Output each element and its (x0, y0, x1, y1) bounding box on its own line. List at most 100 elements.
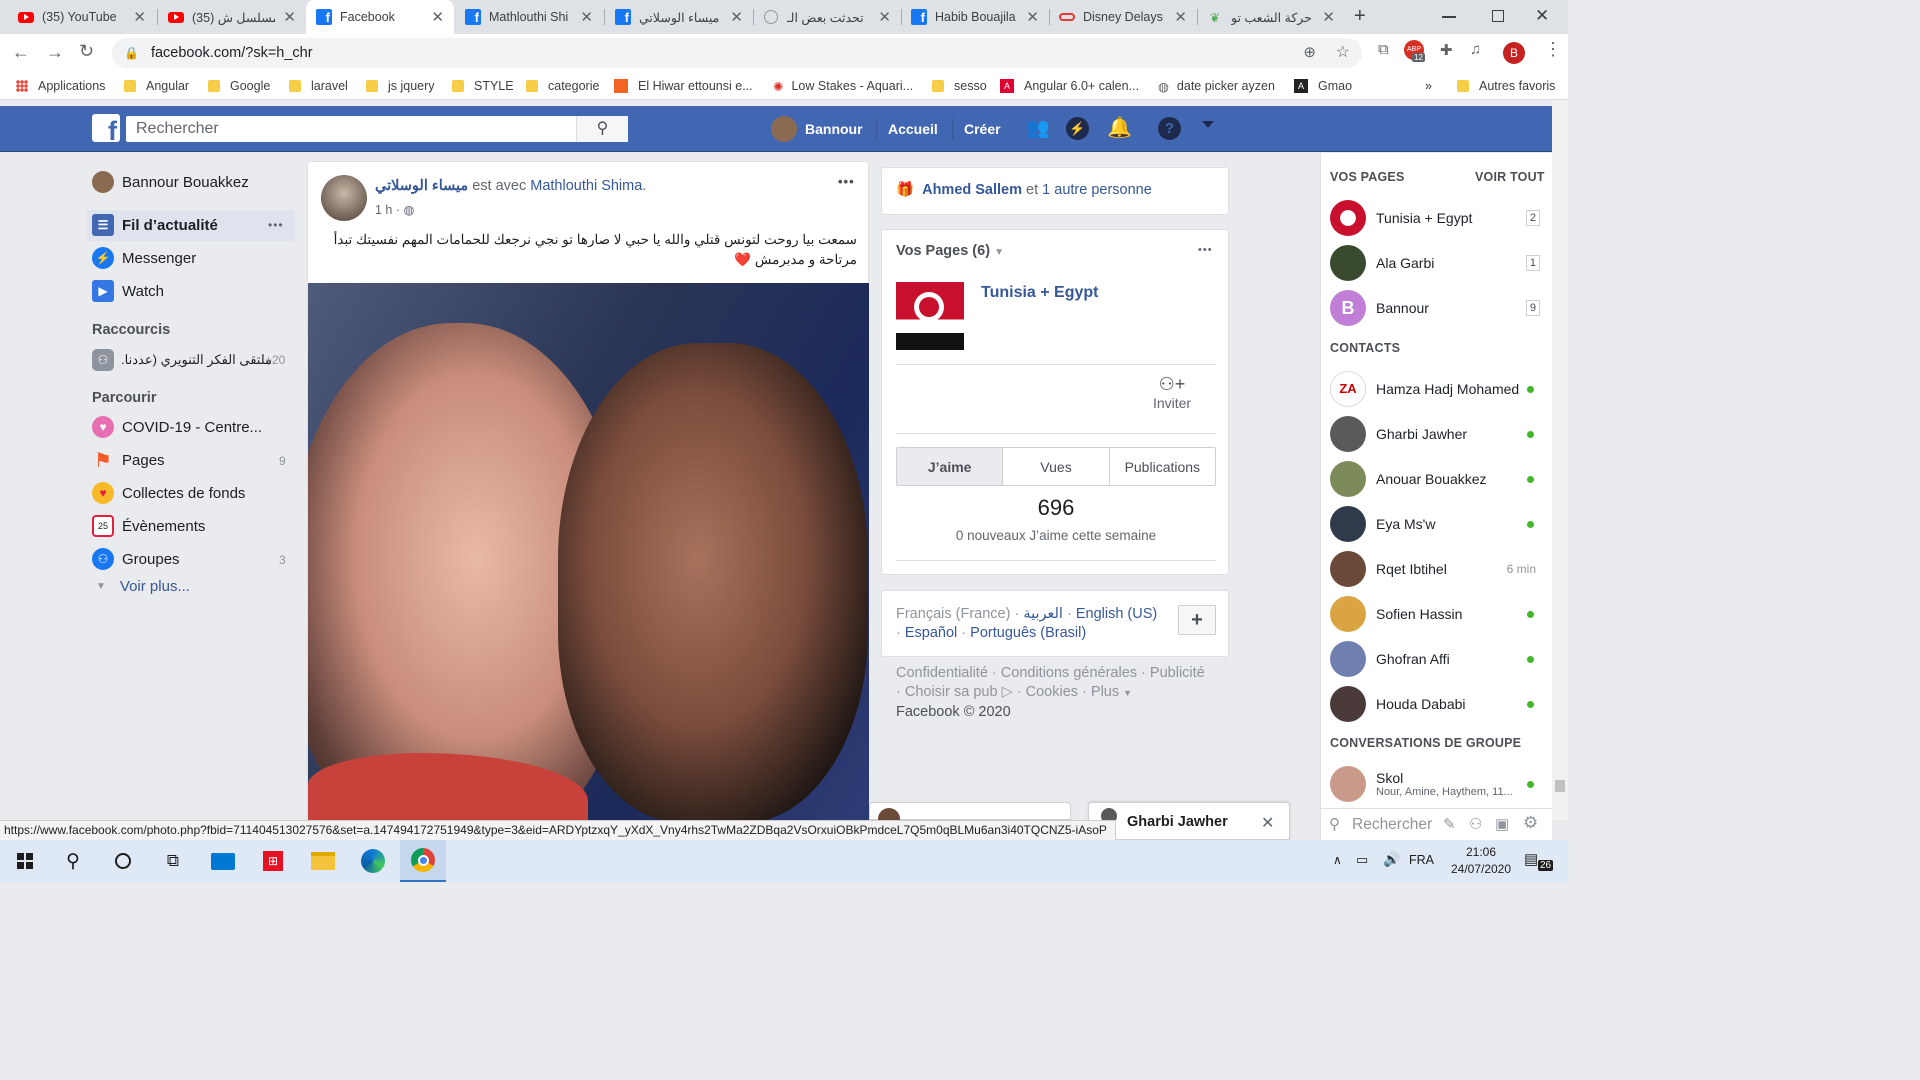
sidebar-page-item[interactable]: Tunisia + Egypt 2 (1330, 198, 1540, 238)
contact-item[interactable]: ZA Hamza Hadj Mohamed (1330, 369, 1540, 409)
forward-arrow-icon[interactable]: → (46, 42, 64, 63)
post-options-button[interactable]: ••• (838, 174, 855, 189)
browser-tab[interactable]: f ميساء الوسلاتي ✕ (605, 0, 753, 34)
language-link[interactable]: English (US) (1076, 606, 1157, 622)
browser-tab[interactable]: ❦ حركة الشعب تو ✕ (1197, 0, 1345, 34)
new-message-icon[interactable]: ✎ (1443, 815, 1456, 833)
search-icon[interactable]: ⚲ (576, 116, 628, 142)
header-create-link[interactable]: Créer (964, 121, 1001, 137)
contact-item[interactable]: Anouar Bouakkez (1330, 459, 1540, 499)
contact-item[interactable]: Houda Dababi (1330, 684, 1540, 724)
friend-requests-icon[interactable]: 👥 (1026, 116, 1050, 140)
sidebar-item-groups[interactable]: ⚇ Groupes (92, 548, 180, 570)
browser-tab[interactable]: (35) مسلسل ش ✕ (158, 0, 306, 34)
clock[interactable]: 21:06 24/07/2020 (1448, 844, 1514, 878)
contact-item[interactable]: Ghofran Affi (1330, 639, 1540, 679)
browser-tab[interactable]: (35) YouTube ✕ (8, 0, 156, 34)
input-language[interactable]: FRA (1409, 853, 1434, 867)
sidebar-item-shortcut[interactable]: ⚇ ملتقى الفكر التنويري (عددنا... (92, 349, 272, 371)
profile-avatar[interactable]: B (1503, 42, 1525, 64)
gear-icon[interactable]: ⚙ (1523, 813, 1538, 833)
tab-likes[interactable]: J’aime (897, 448, 1004, 485)
footer-link[interactable]: Confidentialité (896, 665, 988, 681)
close-window-button[interactable]: ✕ (1535, 6, 1549, 26)
tab-close-icon[interactable]: ✕ (1322, 8, 1335, 26)
action-center-icon[interactable]: ▤ (1524, 850, 1538, 868)
video-call-icon[interactable]: ▣ (1495, 815, 1509, 833)
chat-close-icon[interactable]: ✕ (1261, 813, 1274, 833)
tab-close-icon[interactable]: ✕ (133, 8, 146, 26)
add-language-plus-icon[interactable]: + (1178, 605, 1216, 635)
bookmark-item[interactable]: El Hiwar ettounsi e... (614, 77, 753, 95)
browser-tab[interactable]: f Mathlouthi Shi ✕ (455, 0, 603, 34)
minimized-chat-tab[interactable] (869, 802, 1071, 830)
language-link[interactable]: Português (Brasil) (970, 625, 1086, 641)
tab-close-icon[interactable]: ✕ (1174, 8, 1187, 26)
post-timestamp[interactable]: 1 h · ◍ (375, 202, 414, 217)
bookmark-item[interactable]: Google (208, 77, 270, 95)
header-profile-link[interactable]: Bannour (805, 121, 863, 137)
gift-app-icon[interactable]: ⊞ (250, 840, 296, 882)
page-name-link[interactable]: Tunisia + Egypt (981, 284, 1099, 302)
left-profile-link[interactable]: Bannour Bouakkez (92, 171, 249, 193)
extensions-puzzle-icon[interactable]: ✚ (1440, 41, 1453, 59)
bookmark-item[interactable]: ✺ Low Stakes - Aquari... (773, 77, 913, 95)
search-icon[interactable]: ⚲ (50, 840, 96, 882)
tab-close-icon[interactable]: ✕ (431, 8, 444, 26)
sidebar-item-covid[interactable]: ♥ COVID-19 - Centre... (92, 416, 262, 438)
back-arrow-icon[interactable]: ← (12, 42, 30, 63)
messenger-icon[interactable]: ⚡ (1066, 117, 1089, 140)
language-link[interactable]: العربية (1023, 606, 1063, 622)
address-bar[interactable]: 🔒 facebook.com/?sk=h_chr ⊕ ☆ (112, 38, 1362, 68)
notification-others-link[interactable]: 1 autre personne (1042, 182, 1152, 198)
see-more-link[interactable]: ▼ Voir plus... (96, 578, 190, 595)
notifications-bell-icon[interactable]: 🔔 (1107, 115, 1132, 140)
header-avatar[interactable] (771, 116, 797, 142)
post-author-avatar[interactable] (321, 175, 367, 221)
contact-item[interactable]: Rqet Ibtihel 6 min (1330, 549, 1540, 589)
tab-close-icon[interactable]: ✕ (580, 8, 593, 26)
tab-posts[interactable]: Publications (1110, 448, 1215, 485)
browser-menu-icon[interactable]: ⋮ (1544, 39, 1562, 60)
page-thumbnail[interactable] (896, 282, 964, 350)
notification-name-link[interactable]: Ahmed Sallem (922, 182, 1022, 198)
network-icon[interactable]: ▭ (1356, 852, 1368, 868)
bookmarks-overflow-button[interactable]: » (1425, 77, 1432, 95)
account-menu-chevron-down-icon[interactable] (1202, 121, 1214, 128)
contact-item[interactable]: Eya Ms'w (1330, 504, 1540, 544)
bookmark-item[interactable]: Angular (124, 77, 189, 95)
group-conversation-item[interactable]: Skol Nour, Amine, Haythem, 11... (1330, 764, 1540, 804)
sidebar-item-fundraisers[interactable]: ♥ Collectes de fonds (92, 482, 245, 504)
bookmark-star-icon[interactable]: ☆ (1336, 42, 1350, 62)
facebook-search-input[interactable]: Rechercher (126, 116, 628, 142)
footer-link[interactable]: Publicité (1150, 665, 1205, 681)
contact-item[interactable]: Sofien Hassin (1330, 594, 1540, 634)
sidebar-item-messenger[interactable]: ⚡ Messenger (92, 247, 196, 269)
footer-link[interactable]: Conditions générales (1001, 665, 1137, 681)
cast-icon[interactable]: ⧉ (1378, 41, 1389, 58)
task-view-icon[interactable]: ⧉ (150, 840, 196, 882)
pages-card-more-button[interactable]: ••• (1198, 244, 1213, 256)
bookmark-item[interactable]: ◍ date picker ayzen (1158, 77, 1275, 95)
volume-icon[interactable]: 🔊 (1383, 851, 1400, 868)
cortana-icon[interactable] (100, 840, 146, 882)
footer-link[interactable]: Choisir sa pub (905, 684, 998, 700)
tab-close-icon[interactable]: ✕ (1026, 8, 1039, 26)
browser-tab[interactable]: تحدثت بعض الـ ✕ (753, 0, 901, 34)
sidebar-page-item[interactable]: Ala Garbi 1 (1330, 243, 1540, 283)
tab-close-icon[interactable]: ✕ (878, 8, 891, 26)
zoom-icon[interactable]: ⊕ (1303, 43, 1316, 61)
bookmark-item[interactable]: STYLE (452, 77, 514, 95)
mail-icon[interactable] (200, 840, 246, 882)
bookmark-item[interactable]: laravel (289, 77, 348, 95)
tab-views[interactable]: Vues (1003, 448, 1110, 485)
browser-tab-active[interactable]: f Facebook ✕ (306, 0, 454, 34)
windows-start-icon[interactable] (2, 840, 48, 882)
sidebar-item-watch[interactable]: ▶ Watch (92, 280, 164, 302)
chat-tab-gharbi-jawher[interactable]: Gharbi Jawher ✕ (1088, 802, 1290, 840)
bookmark-item[interactable]: A Angular 6.0+ calen... (1000, 77, 1139, 95)
edge-icon[interactable] (350, 840, 396, 882)
see-all-link[interactable]: VOIR TOUT (1475, 170, 1545, 184)
browser-tab[interactable]: Disney Delays ✕ (1049, 0, 1197, 34)
restore-window-button[interactable] (1492, 10, 1504, 22)
